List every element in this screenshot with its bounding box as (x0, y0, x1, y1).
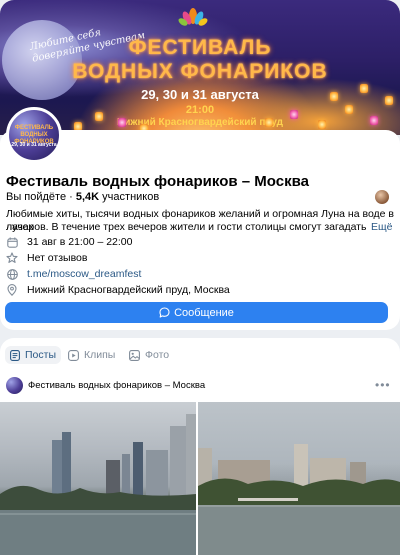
members-count: 5,4K (75, 191, 100, 203)
banner-dates: 29, 30 и 31 августа (141, 87, 259, 102)
lantern-light (318, 120, 326, 129)
show-more-link[interactable]: Ещё (369, 221, 393, 233)
globe-icon (6, 268, 18, 280)
reviews-text: Нет отзывов (27, 252, 88, 264)
link-row[interactable]: t.me/moscow_dreamfest (6, 267, 141, 281)
post-photo-2[interactable] (198, 402, 400, 555)
photo-icon (129, 349, 140, 361)
friend-avatar[interactable] (375, 190, 389, 204)
page: Любите себя доверяйте чувствам ФЕСТИВАЛЬ… (0, 0, 400, 555)
external-link[interactable]: t.me/moscow_dreamfest (27, 268, 141, 280)
membership-line: Вы пойдёте · 5,4K участников (6, 191, 159, 203)
tab-photo[interactable]: Фото (129, 346, 169, 364)
lantern-light (330, 92, 338, 101)
description-line2: лазеров. В течение трех вечеров жители и… (6, 221, 386, 233)
park-pond-photo (198, 444, 400, 555)
post-author-avatar[interactable] (6, 377, 23, 394)
tab-posts-label: Посты (25, 349, 56, 361)
event-time: 31 авг в 21:00 – 22:00 (27, 236, 133, 248)
post-author-name[interactable]: Фестиваль водных фонариков – Москва (28, 380, 205, 391)
lantern-light (95, 112, 103, 121)
message-bubble-icon (159, 307, 170, 318)
lantern-light (290, 110, 298, 119)
message-button-label: Сообщение (174, 306, 234, 319)
lantern-light (265, 118, 273, 127)
members-word: участников (99, 191, 160, 203)
post-menu-icon[interactable]: ••• (375, 378, 391, 392)
post-photo-1[interactable] (0, 402, 196, 555)
event-time-row: 31 авг в 21:00 – 22:00 (6, 235, 132, 249)
lantern-light (385, 96, 393, 105)
banner-time: 21:00 (185, 104, 215, 116)
tab-clips-label: Клипы (84, 349, 116, 361)
lantern-light (370, 116, 378, 125)
lantern-light (360, 84, 368, 93)
clips-icon (68, 349, 79, 361)
banner-title-line2: ВОДНЫХ ФОНАРИКОВ (72, 60, 328, 83)
star-icon (6, 252, 18, 264)
tab-clips[interactable]: Клипы (68, 346, 115, 364)
location-pin-icon (6, 284, 18, 296)
message-button[interactable]: Сообщение (5, 302, 388, 323)
community-title: Фестиваль водных фонариков – Москва (6, 173, 309, 190)
tab-posts[interactable]: Посты (5, 346, 61, 364)
posts-icon (10, 349, 20, 361)
community-avatar[interactable]: ФЕСТИВАЛЬ ВОДНЫХ ФОНАРИКОВ 29, 30 и 31 а… (6, 107, 62, 163)
lotus-logo-icon (178, 8, 208, 26)
avatar-dates: 29, 30 и 31 августа (11, 142, 57, 148)
city-skyline-photo (0, 414, 196, 555)
separator: · (66, 191, 76, 203)
cover-banner: Любите себя доверяйте чувствам ФЕСТИВАЛЬ… (0, 0, 400, 135)
address-row[interactable]: Нижний Красногвардейский пруд, Москва (6, 283, 230, 297)
banner-title-line1: ФЕСТИВАЛЬ (128, 36, 272, 59)
lantern-light (118, 118, 126, 127)
membership-status[interactable]: Вы пойдёте (6, 191, 66, 203)
lantern-light (345, 105, 353, 114)
tab-photo-label: Фото (145, 349, 170, 361)
calendar-icon (6, 236, 18, 248)
address-text: Нижний Красногвардейский пруд, Москва (27, 284, 230, 296)
reviews-row[interactable]: Нет отзывов (6, 251, 87, 265)
